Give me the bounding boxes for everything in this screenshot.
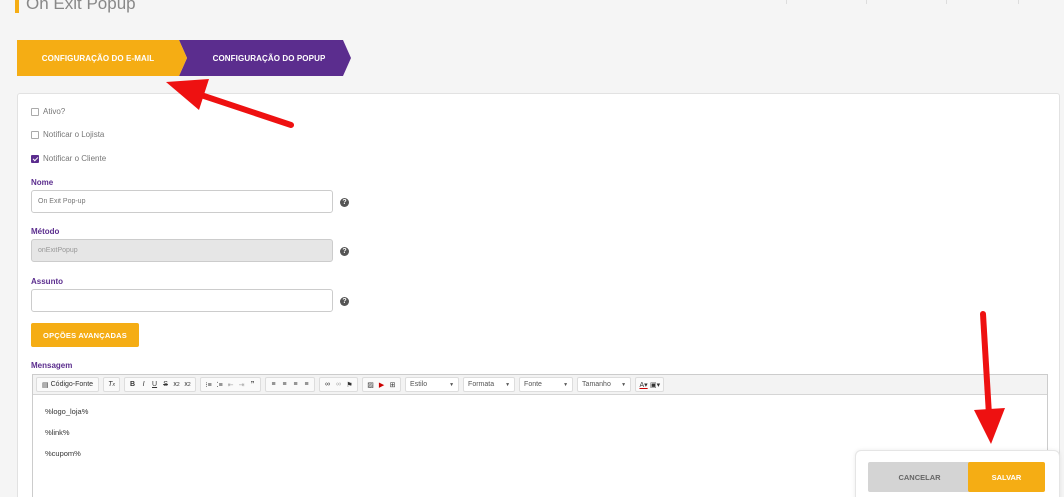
anchor-flag-icon[interactable]: ⚑ (344, 378, 355, 391)
ativo-label: Ativo? (43, 107, 66, 116)
text-color-icon[interactable]: A▾ (638, 378, 649, 391)
outdent-icon[interactable]: ⇤ (225, 378, 236, 391)
align-group: ≡ ≡ ≡ ≡ (265, 377, 316, 392)
question-circle-icon[interactable]: ? (340, 297, 349, 306)
source-label: Código-Fonte (50, 381, 94, 388)
save-button[interactable]: SALVAR (968, 462, 1045, 492)
font-select[interactable]: Fonte ▼ (519, 377, 574, 392)
metodo-label: Método (31, 227, 60, 236)
font-select-label: Fonte (524, 381, 542, 388)
step-popup-config[interactable]: CONFIGURAÇÃO DO POPUP (179, 40, 351, 76)
notificar-lojista-label: Notificar o Lojista (43, 130, 105, 139)
chevron-down-icon: ▼ (449, 381, 455, 388)
strikethrough-icon[interactable]: S (160, 378, 171, 391)
align-justify-icon[interactable]: ≡ (301, 378, 312, 391)
nome-field[interactable] (31, 190, 333, 213)
text-style-group: B I U S x2 x2 (124, 377, 197, 392)
ativo-checkbox-row[interactable]: Ativo? (31, 107, 65, 116)
editor-toolbar: ▤ Código-Fonte Tx B I U S x2 x2 ⁝≡ ⁚≡ ⇤ … (33, 375, 1047, 395)
advanced-options-button[interactable]: OPÇÕES AVANÇADAS (31, 323, 139, 347)
nome-label: Nome (31, 178, 54, 187)
align-left-icon[interactable]: ≡ (268, 378, 279, 391)
notificar-cliente-label: Notificar o Cliente (43, 154, 107, 163)
cancel-button[interactable]: CANCELAR (868, 462, 971, 492)
notificar-cliente-row[interactable]: Notificar o Cliente (31, 154, 106, 163)
step-email-config[interactable]: CONFIGURAÇÃO DO E-MAIL (17, 40, 187, 76)
title-accent-bar (15, 0, 19, 13)
notificar-lojista-row[interactable]: Notificar o Lojista (31, 130, 104, 139)
notificar-lojista-checkbox[interactable] (31, 130, 39, 139)
bullet-list-icon[interactable]: ⁚≡ (214, 378, 225, 391)
youtube-icon[interactable]: ▶ (376, 378, 387, 391)
notificar-cliente-checkbox[interactable] (31, 154, 39, 163)
bold-icon[interactable]: B (127, 378, 138, 391)
format-select[interactable]: Formata ▼ (463, 377, 516, 392)
chevron-down-icon: ▼ (621, 381, 627, 388)
unlink-icon[interactable]: ∞ (333, 378, 344, 391)
remove-format-icon[interactable]: Tx (106, 378, 117, 391)
editor-line: %link% (45, 428, 70, 437)
underline-icon[interactable]: U (149, 378, 160, 391)
source-code-button[interactable]: ▤ Código-Fonte (39, 378, 96, 391)
table-icon[interactable]: ⊞ (387, 378, 398, 391)
clear-format-group: Tx (103, 377, 121, 392)
metodo-field[interactable] (31, 239, 333, 262)
color-group: A▾ ▣▾ (635, 377, 665, 392)
indent-icon[interactable]: ⇥ (236, 378, 247, 391)
size-select[interactable]: Tamanho ▼ (577, 377, 632, 392)
align-center-icon[interactable]: ≡ (279, 378, 290, 391)
image-icon[interactable]: ▨ (365, 378, 376, 391)
assunto-label: Assunto (31, 277, 63, 286)
align-right-icon[interactable]: ≡ (290, 378, 301, 391)
size-select-label: Tamanho (582, 381, 611, 388)
wizard-steps: CONFIGURAÇÃO DO E-MAIL CONFIGURAÇÃO DO P… (17, 40, 357, 76)
subscript-icon[interactable]: x2 (171, 378, 182, 391)
superscript-icon[interactable]: x2 (182, 378, 193, 391)
style-select-label: Estilo (410, 381, 428, 388)
editor-line: %logo_loja% (45, 407, 89, 416)
format-select-label: Formata (468, 381, 495, 388)
blockquote-icon[interactable]: ” (247, 378, 258, 391)
source-icon: ▤ (42, 381, 49, 389)
numbered-list-icon[interactable]: ⁝≡ (203, 378, 214, 391)
ativo-checkbox[interactable] (31, 107, 39, 116)
page-title: On Exit Popup (26, 0, 136, 13)
footer-action-panel: CANCELAR SALVAR (855, 450, 1060, 497)
style-select[interactable]: Estilo ▼ (405, 377, 460, 392)
question-circle-icon[interactable]: ? (340, 247, 349, 256)
mensagem-label: Mensagem (31, 361, 73, 370)
link-icon[interactable]: ∞ (322, 378, 333, 391)
chevron-down-icon: ▼ (563, 381, 569, 388)
link-group: ∞ ∞ ⚑ (319, 377, 359, 392)
email-config-card: Ativo? Notificar o Lojista Notificar o C… (17, 93, 1060, 497)
top-nav-dividers (724, 0, 1064, 4)
assunto-field[interactable] (31, 289, 333, 312)
bg-color-icon[interactable]: ▣▾ (649, 378, 661, 391)
question-circle-icon[interactable]: ? (340, 198, 349, 207)
chevron-down-icon: ▼ (505, 381, 511, 388)
italic-icon[interactable]: I (138, 378, 149, 391)
insert-group: ▨ ▶ ⊞ (362, 377, 402, 392)
list-group: ⁝≡ ⁚≡ ⇤ ⇥ ” (200, 377, 262, 392)
top-header: On Exit Popup (0, 0, 1064, 22)
source-group: ▤ Código-Fonte (36, 377, 100, 392)
